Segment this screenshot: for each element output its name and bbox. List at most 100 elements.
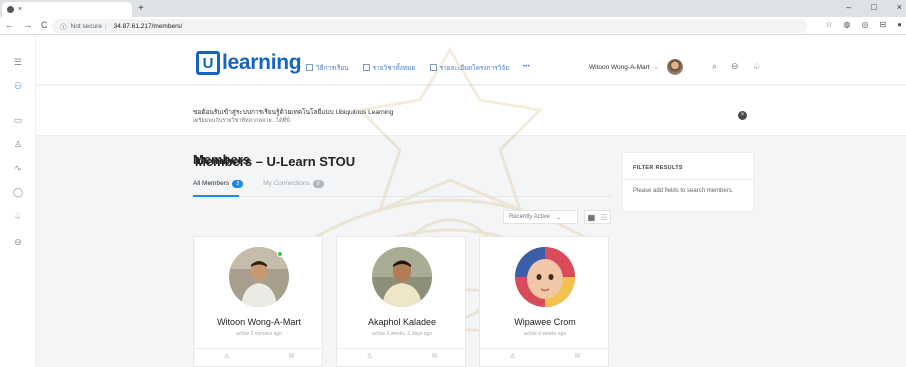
- header-icons: ⌕ ⊖ ♤: [712, 61, 761, 72]
- member-avatar[interactable]: [515, 247, 575, 307]
- grid-view-icon[interactable]: ▦: [588, 213, 596, 222]
- profile-icon[interactable]: ●: [897, 20, 902, 29]
- site-header: U learning วิธีการเรียน รายวิชาทั้งหมด ร…: [36, 35, 906, 85]
- profile-icon[interactable]: ♙: [0, 139, 36, 150]
- grid-icon: [362, 64, 370, 71]
- activity-icon[interactable]: ∿: [0, 163, 36, 174]
- user-name: Witoon Wong-A-Mart: [589, 63, 650, 71]
- member-card[interactable]: Wipawee Crom active 4 weeks ago ♙ ✉: [479, 236, 610, 367]
- banner-subtitle: เตรียมพบกับรายวิชาที่หลากหลาย...ได้ที่นี…: [193, 118, 291, 124]
- filter-divider: [623, 179, 753, 180]
- card-divider: [480, 348, 610, 349]
- cart-icon[interactable]: ⊖: [731, 61, 739, 72]
- cart-icon[interactable]: ⊖: [0, 237, 36, 248]
- banner-title: ขอต้อนรับเข้าสู่ระบบการเรียนรู้ด้วยเทคโน…: [193, 109, 394, 116]
- nav-buttons: ← → C: [5, 20, 48, 30]
- bell-icon[interactable]: ♤: [753, 61, 761, 72]
- tab-all-members[interactable]: All Members 3: [193, 180, 244, 188]
- back-button[interactable]: ←: [5, 20, 14, 30]
- main-nav: วิธีการเรียน รายวิชาทั้งหมด รายละเอียดโค…: [306, 63, 530, 73]
- menu-icon[interactable]: ☰: [0, 57, 36, 68]
- member-name[interactable]: Akaphol Kaladee: [337, 317, 467, 327]
- connect-icon[interactable]: ♙: [509, 352, 515, 360]
- member-tabs: All Members 3 My Connections 0: [193, 180, 324, 188]
- tab-divider: [193, 196, 611, 197]
- new-tab-button[interactable]: +: [138, 3, 144, 14]
- message-icon[interactable]: ✉: [289, 352, 295, 360]
- message-icon[interactable]: ✉: [575, 352, 581, 360]
- users-icon[interactable]: ⚇: [0, 81, 36, 92]
- active-tab-indicator: [193, 195, 239, 197]
- online-indicator: [277, 251, 283, 257]
- messages-icon[interactable]: ◯: [0, 187, 36, 198]
- card-divider: [194, 348, 324, 349]
- card-actions: ♙ ✉: [194, 352, 324, 360]
- address-bar: ← → C ⓘ Not secure | 34.87.61.217/member…: [0, 17, 906, 35]
- view-toggle: ▦ ☰: [584, 210, 611, 224]
- extension-icon[interactable]: ◎: [861, 20, 868, 29]
- member-name[interactable]: Witoon Wong-A-Mart: [194, 317, 324, 327]
- avatar[interactable]: [667, 59, 684, 75]
- member-name[interactable]: Wipawee Crom: [480, 317, 610, 327]
- logo-mark: U: [196, 51, 220, 75]
- notifications-icon[interactable]: ♤: [0, 211, 36, 222]
- member-card[interactable]: Akaphol Kaladee active 3 weeks, 2 days a…: [336, 236, 467, 367]
- member-card[interactable]: Witoon Wong-A-Mart active 3 minutes ago …: [193, 236, 324, 367]
- extension-icon[interactable]: ⊟: [879, 20, 886, 29]
- courses-icon[interactable]: ▭: [0, 115, 36, 126]
- sort-label: Recently Active: [509, 214, 551, 220]
- maximize-button[interactable]: □: [871, 2, 876, 12]
- browser-tab[interactable]: Members – U-Learn STOU ×: [2, 2, 355, 169]
- close-icon[interactable]: ×: [738, 111, 747, 120]
- url-text: 34.87.61.217/members/: [113, 22, 183, 30]
- last-active: active 4 weeks ago: [523, 331, 567, 337]
- filter-heading: FILTER RESULTS: [633, 165, 683, 171]
- globe-icon: [7, 6, 14, 13]
- welcome-banner: ขอต้อนรับเข้าสู่ระบบการเรียนรู้ด้วยเทคโน…: [36, 86, 906, 136]
- nav-item-all-courses[interactable]: รายวิชาทั้งหมด: [362, 63, 416, 73]
- chevron-down-icon: ⌄: [556, 214, 562, 221]
- star-icon[interactable]: ☆: [825, 20, 832, 29]
- last-active: active 3 weeks, 2 days ago: [371, 331, 433, 337]
- url-separator: |: [104, 22, 107, 30]
- security-label: Not secure: [70, 22, 102, 30]
- tab-close-icon[interactable]: ×: [18, 6, 22, 13]
- minimize-button[interactable]: –: [846, 2, 851, 12]
- list-view-icon[interactable]: ☰: [600, 213, 607, 222]
- browser-tab-bar: Members – U-Learn STOU × + – □ ×: [0, 0, 906, 169]
- last-active: active 3 minutes ago: [236, 331, 282, 337]
- info-icon[interactable]: ⓘ: [60, 21, 67, 31]
- filter-message: Please add fields to search members.: [633, 188, 734, 194]
- sort-select[interactable]: Recently Active ⌄: [503, 210, 578, 224]
- ulearning-logo[interactable]: U learning: [196, 51, 302, 75]
- extension-icon[interactable]: ◍: [843, 20, 850, 29]
- extension-icons: ☆ ◍ ◎ ⊟ ●: [825, 20, 902, 29]
- tab-my-connections[interactable]: My Connections 0: [263, 180, 324, 188]
- member-avatar[interactable]: [372, 247, 432, 307]
- card-actions: ♙ ✉: [337, 352, 467, 360]
- book-icon: [306, 64, 313, 71]
- member-photo: [372, 247, 432, 307]
- page-title: Members: [193, 152, 251, 167]
- nav-item-how-to-study[interactable]: วิธีการเรียน: [306, 63, 349, 73]
- connect-icon[interactable]: ♙: [366, 352, 372, 360]
- url-bar[interactable]: ⓘ Not secure | 34.87.61.217/members/: [52, 19, 807, 33]
- count-badge: 3: [232, 180, 244, 188]
- close-window-button[interactable]: ×: [897, 2, 902, 12]
- connect-icon[interactable]: ♙: [223, 352, 229, 360]
- chevron-down-icon: ⌄: [653, 64, 660, 71]
- filter-panel: FILTER RESULTS Please add fields to sear…: [622, 152, 754, 212]
- search-icon[interactable]: ⌕: [712, 61, 717, 72]
- member-photo: [515, 247, 575, 307]
- nav-item-more[interactable]: •••: [523, 63, 530, 73]
- user-menu[interactable]: Witoon Wong-A-Mart ⌄: [589, 59, 684, 75]
- reload-button[interactable]: C: [41, 20, 48, 30]
- nav-item-research[interactable]: รายละเอียดโครงการวิจัย: [429, 63, 509, 73]
- message-icon[interactable]: ✉: [432, 352, 438, 360]
- card-actions: ♙ ✉: [480, 352, 610, 360]
- card-divider: [337, 348, 467, 349]
- count-badge: 0: [312, 180, 324, 188]
- forward-button[interactable]: →: [23, 20, 32, 30]
- document-icon: [429, 64, 437, 71]
- window-controls: – □ ×: [846, 2, 902, 12]
